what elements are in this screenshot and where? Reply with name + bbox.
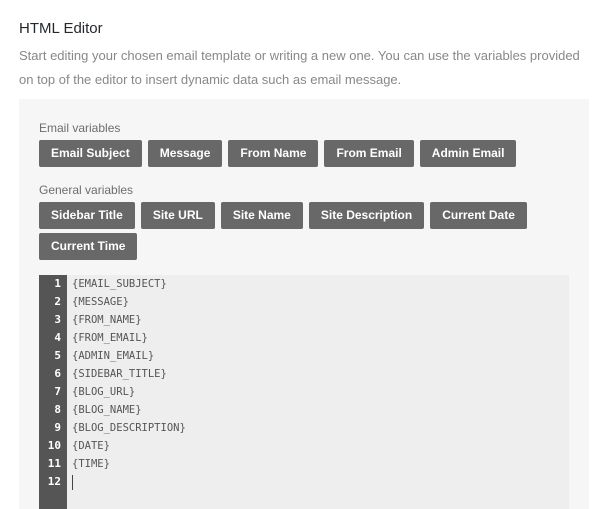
- current-time-button[interactable]: Current Time: [39, 233, 138, 260]
- general-variables-label: General variables: [39, 183, 134, 197]
- admin-email-button[interactable]: Admin Email: [419, 140, 517, 167]
- site-name-button[interactable]: Site Name: [220, 202, 303, 229]
- code-line-current: [72, 473, 569, 491]
- general-variables-buttons: Sidebar Title Site URL Site Name Site De…: [39, 202, 579, 264]
- line-number: 2: [54, 295, 61, 308]
- line-number: 5: [54, 349, 61, 362]
- code-line: {DATE}: [72, 440, 110, 452]
- line-number: 9: [54, 421, 61, 434]
- line-number: 11: [47, 457, 61, 470]
- code-line: {SIDEBAR_TITLE}: [72, 368, 167, 380]
- email-variables-label: Email variables: [39, 121, 121, 135]
- email-subject-button[interactable]: Email Subject: [39, 140, 142, 167]
- page-description: Start editing your chosen email template…: [19, 48, 580, 87]
- editor-panel: Email variables Email Subject Message Fr…: [19, 99, 589, 509]
- from-email-button[interactable]: From Email: [324, 140, 414, 167]
- code-line: {EMAIL_SUBJECT}: [72, 278, 167, 290]
- line-number: 1: [54, 277, 61, 290]
- line-number: 7: [54, 385, 61, 398]
- line-number: 10: [47, 439, 61, 452]
- email-variables-buttons: Email Subject Message From Name From Ema…: [39, 140, 579, 171]
- code-editor[interactable]: 1 2 3 4 5 6 7 8 9 10 11 12 {EMAIL_SUBJEC…: [39, 275, 569, 509]
- text-cursor: [72, 474, 73, 490]
- line-number-gutter: 1 2 3 4 5 6 7 8 9 10 11 12: [39, 275, 67, 509]
- code-line: {TIME}: [72, 458, 110, 470]
- site-url-button[interactable]: Site URL: [140, 202, 215, 229]
- code-line: {BLOG_NAME}: [72, 404, 142, 416]
- line-number: 4: [54, 331, 61, 344]
- line-number: 12: [47, 475, 61, 488]
- code-line: {MESSAGE}: [72, 296, 129, 308]
- code-line: {FROM_EMAIL}: [72, 332, 148, 344]
- line-number: 3: [54, 313, 61, 326]
- code-area[interactable]: {EMAIL_SUBJECT} {MESSAGE} {FROM_NAME} {F…: [67, 275, 569, 509]
- code-line: {BLOG_URL}: [72, 386, 136, 398]
- from-name-button[interactable]: From Name: [228, 140, 319, 167]
- code-line: {ADMIN_EMAIL}: [72, 350, 155, 362]
- page-title: HTML Editor: [19, 20, 103, 37]
- line-number: 6: [54, 367, 61, 380]
- message-button[interactable]: Message: [147, 140, 223, 167]
- sidebar-title-button[interactable]: Sidebar Title: [39, 202, 135, 229]
- current-date-button[interactable]: Current Date: [430, 202, 527, 229]
- line-number: 8: [54, 403, 61, 416]
- code-line: {BLOG_DESCRIPTION}: [72, 422, 186, 434]
- site-description-button[interactable]: Site Description: [308, 202, 425, 229]
- code-line: {FROM_NAME}: [72, 314, 142, 326]
